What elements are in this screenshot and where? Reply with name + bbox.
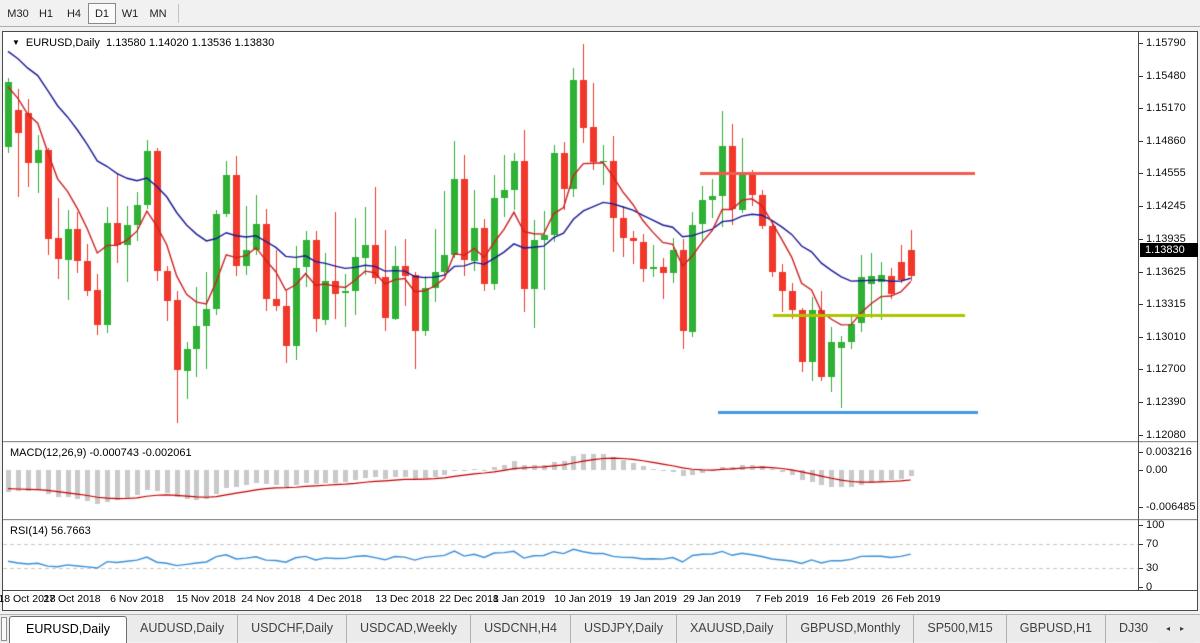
date-axis-label: 4 Dec 2018 [308, 593, 362, 605]
date-axis-label: 29 Jan 2019 [683, 593, 741, 605]
axis-tick [1139, 435, 1143, 436]
axis-tick [1139, 470, 1143, 471]
axis-tick [1139, 108, 1143, 109]
rsi-axis-label: 0 [1146, 581, 1152, 593]
axis-tick [1139, 141, 1143, 142]
axis-tick [1139, 402, 1143, 403]
pane-separator-rsi[interactable] [3, 519, 1197, 521]
macd-axis-label: 0.00 [1146, 464, 1167, 476]
symbol-tab-usdchf[interactable]: USDCHF,Daily [237, 615, 346, 643]
axis-tick [1139, 272, 1143, 273]
axis-tick [1139, 206, 1143, 207]
axis-tick [1139, 544, 1143, 545]
timeframe-button-mn[interactable]: MN [144, 3, 172, 24]
axis-tick [1139, 304, 1143, 305]
tab-scroll-left-icon[interactable]: ◂ [1166, 624, 1180, 633]
symbol-tab-gbpusd[interactable]: GBPUSD,Monthly [786, 615, 913, 643]
rsi-axis-label: 70 [1146, 538, 1158, 550]
axis-tick [1139, 239, 1143, 240]
date-axis-label: 19 Jan 2019 [619, 593, 677, 605]
symbol-tab-usdjpy[interactable]: USDJPY,Daily [570, 615, 676, 643]
rsi-pane-canvas[interactable] [3, 522, 1138, 590]
current-price-tag: 1.13830 [1140, 243, 1198, 257]
price-axis-label: 1.13315 [1146, 298, 1186, 310]
axis-tick [1139, 525, 1143, 526]
price-axis-label: 1.14860 [1146, 135, 1186, 147]
chart-window: ▼ EURUSD,Daily 1.13580 1.14020 1.13536 1.… [2, 31, 1198, 611]
axis-tick [1139, 76, 1143, 77]
date-axis-label: 15 Nov 2018 [176, 593, 236, 605]
timeframe-toolbar: M30H1H4D1W1MN [0, 0, 1200, 27]
date-axis-label: 24 Nov 2018 [241, 593, 301, 605]
date-axis-label: 26 Feb 2019 [882, 593, 941, 605]
date-axis-label: 6 Nov 2018 [110, 593, 164, 605]
date-axis-label: 16 Feb 2019 [817, 593, 876, 605]
chevron-down-icon[interactable]: ▼ [12, 38, 20, 47]
date-axis-label: 22 Dec 2018 [439, 593, 499, 605]
axis-tick [1139, 369, 1143, 370]
tab-scroll-right-icon[interactable]: ▸ [1180, 624, 1194, 633]
price-axis-label: 1.15170 [1146, 102, 1186, 114]
price-axis-label: 1.12390 [1146, 396, 1186, 408]
tab-strip-grip[interactable] [1, 617, 7, 641]
ohlc-values: 1.13580 1.14020 1.13536 1.13830 [106, 37, 274, 49]
price-axis-label: 1.15790 [1146, 37, 1186, 49]
symbol-tab-gbpusd[interactable]: GBPUSD,H1 [1006, 615, 1105, 643]
macd-axis-label: -0.006485 [1146, 501, 1196, 513]
toolbar-separator [178, 4, 179, 23]
rsi-label: RSI(14) 56.7663 [10, 525, 91, 537]
price-chart-canvas[interactable] [3, 32, 1138, 441]
symbol-tab-xauusd[interactable]: XAUUSD,Daily [676, 615, 786, 643]
axis-tick [1139, 43, 1143, 44]
symbol-tab-sp500[interactable]: SP500,M15 [913, 615, 1005, 643]
price-axis-label: 1.13625 [1146, 266, 1186, 278]
macd-label: MACD(12,26,9) -0.000743 -0.002061 [10, 447, 192, 459]
symbol-tab-usdcad[interactable]: USDCAD,Weekly [346, 615, 470, 643]
rsi-axis-label: 30 [1146, 562, 1158, 574]
date-axis-label: 10 Jan 2019 [554, 593, 612, 605]
axis-tick [1139, 452, 1143, 453]
price-axis-label: 1.13010 [1146, 331, 1186, 343]
quote-line: ▼ EURUSD,Daily 1.13580 1.14020 1.13536 1.… [12, 37, 274, 49]
axis-tick [1139, 587, 1143, 588]
symbol-tab-bar: EURUSD,DailyAUDUSD,DailyUSDCHF,DailyUSDC… [0, 614, 1200, 642]
date-axis-label: 1 Jan 2019 [493, 593, 545, 605]
axis-tick [1139, 568, 1143, 569]
symbol-tab-usdcnh[interactable]: USDCNH,H4 [470, 615, 570, 643]
price-axis-label: 1.15480 [1146, 70, 1186, 82]
price-axis-label: 1.12700 [1146, 363, 1186, 375]
pane-separator-macd[interactable] [3, 441, 1197, 443]
date-axis-label: 27 Oct 2018 [43, 593, 100, 605]
symbol-tab-dj30[interactable]: DJ30,H4 [1105, 615, 1149, 643]
timeframe-button-h1[interactable]: H1 [32, 3, 60, 24]
macd-axis-label: 0.003216 [1146, 446, 1192, 458]
date-axis-label: 7 Feb 2019 [755, 593, 808, 605]
timeframe-button-m30[interactable]: M30 [4, 3, 32, 24]
axis-tick [1139, 507, 1143, 508]
axis-tick [1139, 337, 1143, 338]
date-axis-label: 13 Dec 2018 [375, 593, 435, 605]
rsi-axis-label: 100 [1146, 519, 1164, 531]
price-axis-label: 1.12080 [1146, 429, 1186, 441]
symbol-tab-audusd[interactable]: AUDUSD,Daily [127, 615, 237, 643]
tab-scroll-arrows: ◂▸ [1158, 615, 1194, 643]
timeframe-button-d1[interactable]: D1 [88, 3, 116, 24]
axis-tick [1139, 173, 1143, 174]
symbol-period-label: EURUSD,Daily [26, 37, 100, 49]
timeframe-button-w1[interactable]: W1 [116, 3, 144, 24]
price-axis-label: 1.14555 [1146, 167, 1186, 179]
price-axis-label: 1.14245 [1146, 200, 1186, 212]
timeframe-button-h4[interactable]: H4 [60, 3, 88, 24]
symbol-tab-eurusd[interactable]: EURUSD,Daily [9, 616, 127, 643]
